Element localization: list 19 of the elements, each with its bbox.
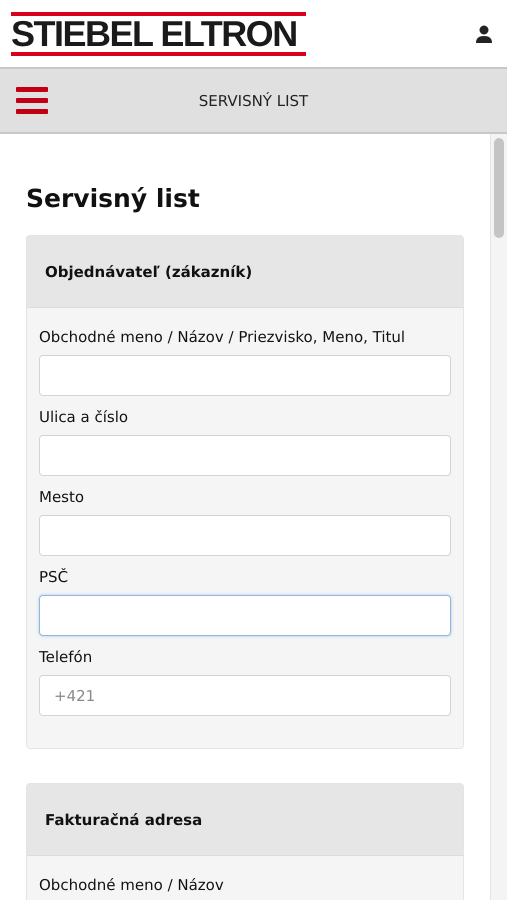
input-field[interactable] [39,515,451,556]
scrollbar[interactable] [490,134,507,900]
page-title: Servisný list [26,184,201,213]
menu-icon[interactable] [16,84,48,116]
field-label: Obchodné meno / Názov / Priezvisko, Meno, Titul [39,328,406,346]
field-label: Telefón [39,648,94,666]
input-field[interactable]: +421 [39,675,451,716]
input-field[interactable] [39,595,451,636]
logo[interactable]: STIEBEL ELTRON [11,12,306,56]
section-title: Fakturačná adresa [45,810,202,828]
section-title: Objednávateľ (zákazník) [45,262,252,280]
user-icon[interactable] [475,24,493,42]
input-field[interactable] [39,435,451,476]
field-label: Obchodné meno / Názov [39,876,225,894]
field-label: Ulica a číslo [39,408,130,426]
nav-title: SERVISNÝ LIST [198,92,310,110]
field-label: Mesto [39,488,86,506]
field-label: PSČ [39,568,70,586]
input-field[interactable] [39,355,451,396]
